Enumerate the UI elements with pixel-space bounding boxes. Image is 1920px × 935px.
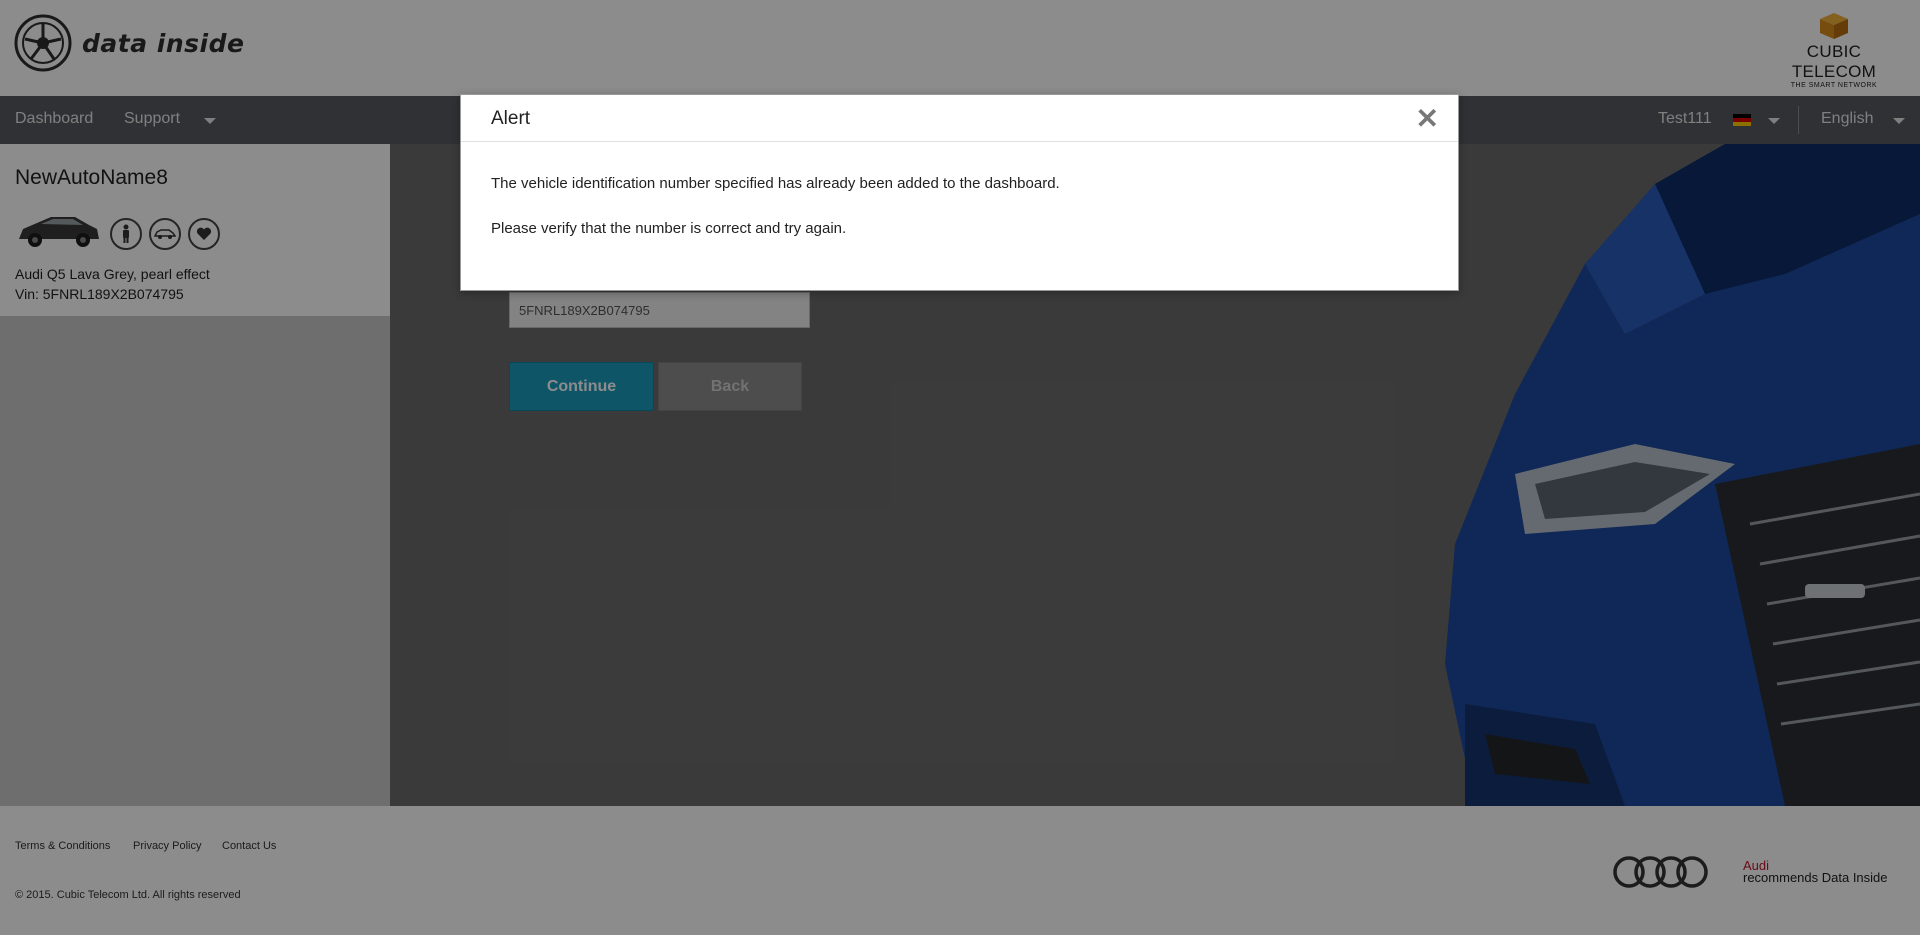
close-icon[interactable]: ✕ [1416, 105, 1439, 133]
alert-message-duplicate: The vehicle identification number specif… [491, 175, 1060, 192]
alert-message-verify: Please verify that the number is correct… [491, 220, 847, 237]
alert-title: Alert [491, 108, 531, 129]
alert-dialog: Alert ✕ The vehicle identification numbe… [460, 94, 1459, 291]
alert-header: Alert ✕ [461, 95, 1458, 142]
